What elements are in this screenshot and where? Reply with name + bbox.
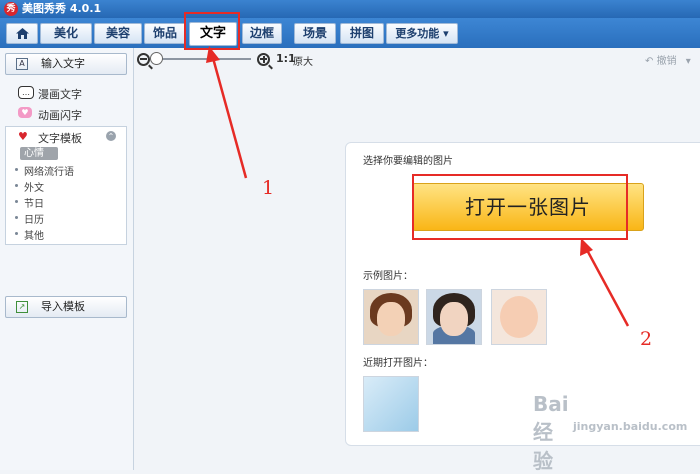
annotation-arrows (206, 46, 630, 327)
watermark-url: jingyan.baidu.com (573, 420, 688, 433)
arrow-2-head (580, 238, 593, 256)
annotation-marker-2: 2 (640, 328, 653, 350)
arrow-1-line (211, 57, 248, 179)
watermark-brand: Bai 经验 (533, 392, 569, 473)
arrow-2-line (585, 249, 630, 327)
annotation-marker-1: 1 (262, 177, 275, 199)
arrow-1-head (206, 46, 220, 63)
